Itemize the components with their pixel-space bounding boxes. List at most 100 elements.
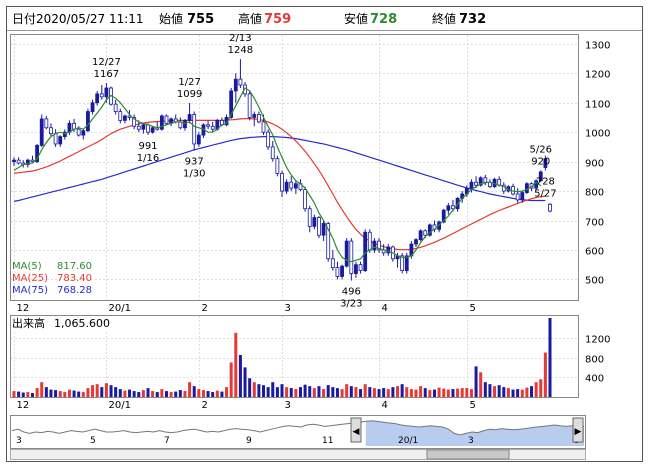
price-x-tick-label: 3 <box>285 303 291 314</box>
legend-value: 768.28 <box>57 285 92 296</box>
volume-bar <box>511 389 515 397</box>
candle-body <box>256 114 261 123</box>
candle <box>164 114 169 125</box>
candle-body <box>187 114 192 121</box>
volume-bar <box>271 382 275 397</box>
volume-bar <box>317 386 321 397</box>
price-x-tick-label: 12 <box>17 303 30 314</box>
volume-bar <box>354 387 358 397</box>
candle <box>266 129 271 150</box>
annotation-date: 12/27 <box>92 57 121 68</box>
stock-chart: 日付 2020/05/27 11:11 始値 755 高値 759 安値 728… <box>6 6 643 462</box>
volume-bar <box>17 391 21 397</box>
candle-body <box>548 203 552 212</box>
high-label: 高値 <box>238 11 262 26</box>
range-tick-label: 3 <box>468 436 474 446</box>
volume-bar <box>243 367 247 397</box>
candle-body <box>423 230 428 236</box>
volume-bar <box>386 389 390 397</box>
volume-y-tick-label: 1200 <box>585 335 610 346</box>
volume-bar <box>502 387 506 397</box>
volume-bar <box>345 384 349 397</box>
range-tick-label: 9 <box>246 436 252 446</box>
price-y-tick-label: 500 <box>585 276 604 287</box>
volume-bar <box>35 388 39 397</box>
date-value: 2020/05/27 11:11 <box>36 12 144 26</box>
range-scrollbar-thumb[interactable] <box>426 449 510 460</box>
candle <box>418 229 423 242</box>
volume-x-tick-label: 4 <box>382 400 388 411</box>
volume-bar <box>30 393 34 397</box>
volume-bar <box>419 386 423 397</box>
candle-body <box>372 240 377 251</box>
candle-body <box>446 205 451 211</box>
candle-body <box>474 181 478 186</box>
candle-body <box>321 223 326 236</box>
volume-bar <box>137 392 141 397</box>
volume-bar <box>44 387 48 397</box>
price-x-tick-label: 5 <box>470 303 476 314</box>
volume-bar <box>285 387 289 397</box>
volume-bar <box>21 392 25 397</box>
volume-bar <box>225 387 229 397</box>
legend-label: MA(5) <box>12 261 42 272</box>
volume-bar <box>58 391 62 397</box>
volume-bar <box>308 386 312 397</box>
legend-value: 783.40 <box>57 273 92 284</box>
stock-chart-window: 日付 2020/05/27 11:11 始値 755 高値 759 安値 728… <box>0 0 652 469</box>
volume-bar <box>446 389 450 397</box>
volume-bar <box>506 388 510 397</box>
volume-bar <box>109 385 113 397</box>
legend-value: 817.60 <box>57 261 92 272</box>
candle <box>524 182 529 194</box>
volume-bar <box>229 362 233 397</box>
volume-bar <box>160 389 164 397</box>
volume-bar <box>95 384 99 397</box>
volume-bar <box>280 384 284 397</box>
volume-bar <box>262 385 266 397</box>
volume-x-tick-label: 3 <box>285 400 291 411</box>
volume-bar <box>405 387 409 397</box>
volume-bar <box>206 391 210 397</box>
price-y-tick-label: 1300 <box>585 41 610 52</box>
open-value: 755 <box>187 12 214 27</box>
candle <box>86 108 90 133</box>
volume-bar <box>432 389 436 397</box>
candle-body <box>266 131 271 148</box>
candle <box>400 252 405 274</box>
candle-body <box>303 189 308 210</box>
volume-bar <box>391 387 395 397</box>
candle-body <box>289 181 294 189</box>
volume-bar <box>63 392 67 397</box>
volume-bar <box>220 391 224 397</box>
volume-bar <box>349 386 353 397</box>
candle-body <box>469 181 474 189</box>
candle-body <box>400 255 405 271</box>
date-label: 日付 <box>12 12 36 26</box>
volume-bar <box>77 391 81 397</box>
volume-bar <box>197 389 201 397</box>
range-navigator[interactable]: 35791120/135 ◀ ▶ <box>10 415 586 460</box>
candle-body <box>118 111 123 121</box>
volume-bar <box>100 387 104 397</box>
price-y-tick-label: 800 <box>585 188 604 199</box>
candle-body <box>58 136 63 145</box>
volume-value: 1,065.600 <box>54 317 110 330</box>
candle-body <box>247 93 252 118</box>
volume-bar <box>211 392 215 397</box>
volume-bar <box>12 391 16 397</box>
volume-bar <box>118 389 122 397</box>
annotation-date: 1/30 <box>183 169 205 180</box>
volume-bar <box>67 389 71 397</box>
volume-bar <box>456 388 460 397</box>
volume-bar <box>520 389 524 397</box>
candle-body <box>367 231 372 251</box>
candle-body <box>344 240 349 267</box>
volume-bar <box>359 389 363 397</box>
volume-bar <box>516 389 520 397</box>
volume-bar <box>326 385 330 397</box>
candle-body <box>280 172 284 192</box>
volume-bar <box>49 389 53 397</box>
candle-body <box>261 121 266 133</box>
candle <box>548 203 552 213</box>
